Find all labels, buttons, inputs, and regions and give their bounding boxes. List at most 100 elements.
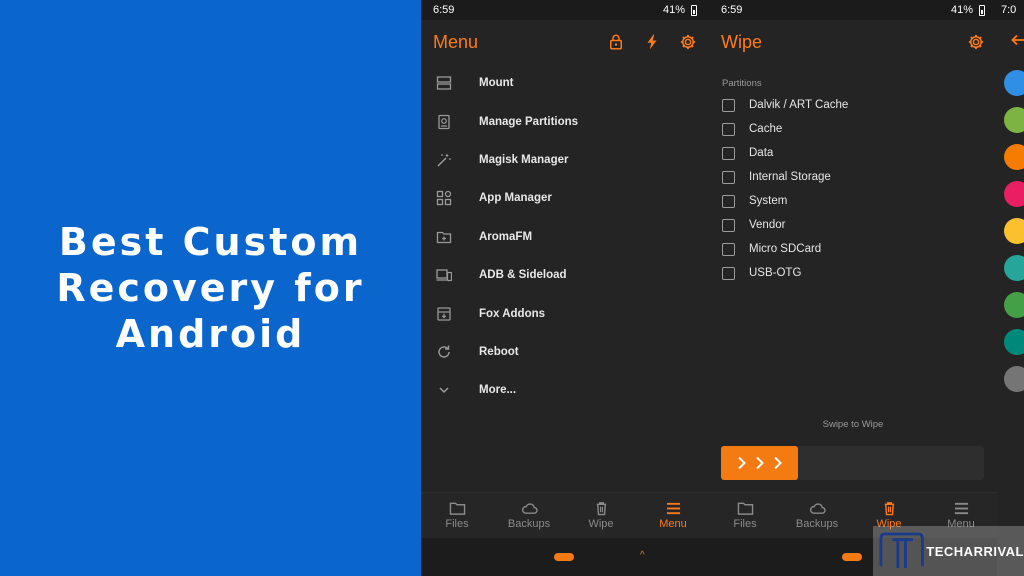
menu-item-more[interactable]: More...	[421, 371, 709, 409]
nav-wipe[interactable]: Wipe	[565, 493, 637, 538]
menu-item-label: Mount	[479, 77, 514, 90]
status-time: 6:59	[433, 4, 455, 16]
nav-label: Menu	[659, 518, 687, 530]
home-pill[interactable]	[554, 553, 574, 561]
brush-icon[interactable]	[1004, 144, 1024, 170]
menu-item-reboot[interactable]: Reboot	[421, 333, 709, 371]
vibrate-icon[interactable]	[1004, 255, 1024, 281]
menu-item-label: Manage Partitions	[479, 115, 579, 128]
refresh-icon	[435, 343, 453, 361]
cloud-icon	[809, 503, 826, 514]
menu-item-adb-sideload[interactable]: ADB & Sideload	[421, 256, 709, 294]
appbar-actions	[607, 33, 697, 51]
menu-item-fox-addons[interactable]: Fox Addons	[421, 294, 709, 332]
menu-item-mount[interactable]: Mount	[421, 64, 709, 102]
partition-label: System	[749, 195, 788, 207]
lock-icon[interactable]	[607, 33, 625, 51]
menu-item-label: Reboot	[479, 345, 519, 358]
app-bar: Wipe	[709, 20, 997, 64]
wipe-screen: 6:59 41% Wipe Partitions Dalvik / ART Ca…	[709, 0, 997, 576]
partition-cache[interactable]: Cache	[722, 117, 985, 141]
globe-icon[interactable]	[1004, 329, 1024, 355]
menu-item-aromafm[interactable]: AromaFM	[421, 218, 709, 256]
status-bar: 7:0	[997, 0, 1024, 20]
status-bar: 6:59 41%	[709, 0, 997, 20]
back-arrow-icon[interactable]	[1011, 33, 1024, 52]
swipe-track[interactable]	[721, 446, 984, 480]
watermark: TECHARRIVAL	[873, 526, 1024, 576]
flash-icon[interactable]	[643, 33, 661, 51]
gear-icon[interactable]	[1004, 218, 1024, 244]
download-icon[interactable]	[1004, 107, 1024, 133]
partition-micro-sdcard[interactable]: Micro SDCard	[722, 237, 985, 261]
status-time: 6:59	[721, 4, 743, 16]
apps-icon	[435, 189, 453, 207]
gear-icon[interactable]	[967, 33, 985, 51]
third-screen: 7:0	[997, 0, 1024, 576]
home-pill[interactable]	[842, 553, 862, 561]
partition-vendor[interactable]: Vendor	[722, 213, 985, 237]
settings-icon[interactable]	[1004, 70, 1024, 96]
menu-icon	[666, 502, 680, 515]
status-right: 41%	[663, 4, 697, 16]
menu-item-label: App Manager	[479, 192, 552, 205]
partition-label: Data	[749, 147, 774, 159]
folder-icon	[435, 228, 453, 246]
partitions-icon	[435, 113, 453, 131]
trash-icon	[884, 502, 894, 516]
checkbox[interactable]	[722, 98, 735, 112]
partition-label: USB-OTG	[749, 267, 802, 279]
checkbox[interactable]	[722, 242, 735, 256]
partition-label: Vendor	[749, 219, 786, 231]
devices-icon	[435, 266, 453, 284]
cloud-icon[interactable]	[1004, 292, 1024, 318]
battery-icon	[979, 4, 985, 16]
partition-label: Internal Storage	[749, 171, 831, 183]
partition-usb-otg[interactable]: USB-OTG	[722, 261, 985, 285]
menu-item-app-manager[interactable]: App Manager	[421, 179, 709, 217]
techarrival-logo-icon	[879, 532, 924, 568]
checkbox[interactable]	[722, 218, 735, 232]
magic-wand-icon	[435, 151, 453, 169]
checkbox[interactable]	[722, 170, 735, 184]
side-icon-list	[1004, 70, 1024, 392]
chevron-right-icon	[755, 456, 764, 470]
battery-icon	[691, 4, 697, 16]
menu-icon	[954, 502, 968, 515]
lock-icon[interactable]	[1004, 181, 1024, 207]
menu-item-label: Fox Addons	[479, 307, 546, 320]
menu-item-label: More...	[479, 384, 517, 397]
chevron-down-icon	[435, 381, 453, 399]
battery-percent: 41%	[662, 4, 685, 16]
banner-title: Best Custom Recovery for Android	[56, 220, 365, 356]
checkbox[interactable]	[722, 266, 735, 280]
menu-list: Mount Manage Partitions Magisk Manager A…	[421, 64, 709, 410]
nav-label: Files	[733, 518, 757, 530]
menu-item-magisk-manager[interactable]: Magisk Manager	[421, 141, 709, 179]
swipe-handle[interactable]	[721, 446, 798, 480]
partition-dalvik[interactable]: Dalvik / ART Cache	[722, 93, 985, 117]
info-icon[interactable]	[1004, 366, 1024, 392]
checkbox[interactable]	[722, 146, 735, 160]
folder-icon	[737, 502, 753, 515]
checkbox[interactable]	[722, 194, 735, 208]
chevron-up-icon[interactable]: ^	[640, 550, 645, 561]
page-title: Menu	[433, 31, 479, 52]
nav-label: Backups	[795, 518, 839, 530]
nav-files[interactable]: Files	[709, 493, 781, 538]
nav-backups[interactable]: Backups	[493, 493, 565, 538]
title-banner: Best Custom Recovery for Android	[0, 0, 421, 576]
partition-system[interactable]: System	[722, 189, 985, 213]
partition-internal-storage[interactable]: Internal Storage	[722, 165, 985, 189]
watermark-text: TECHARRIVAL	[926, 543, 1024, 559]
checkbox[interactable]	[722, 122, 735, 136]
nav-label: Wipe	[588, 518, 614, 530]
nav-menu[interactable]: Menu	[637, 493, 709, 538]
chevron-right-icon	[737, 456, 746, 470]
gear-icon[interactable]	[679, 33, 697, 51]
menu-item-manage-partitions[interactable]: Manage Partitions	[421, 102, 709, 140]
nav-files[interactable]: Files	[421, 493, 493, 538]
chevron-right-icon	[773, 456, 782, 470]
partition-data[interactable]: Data	[722, 141, 985, 165]
nav-backups[interactable]: Backups	[781, 493, 853, 538]
